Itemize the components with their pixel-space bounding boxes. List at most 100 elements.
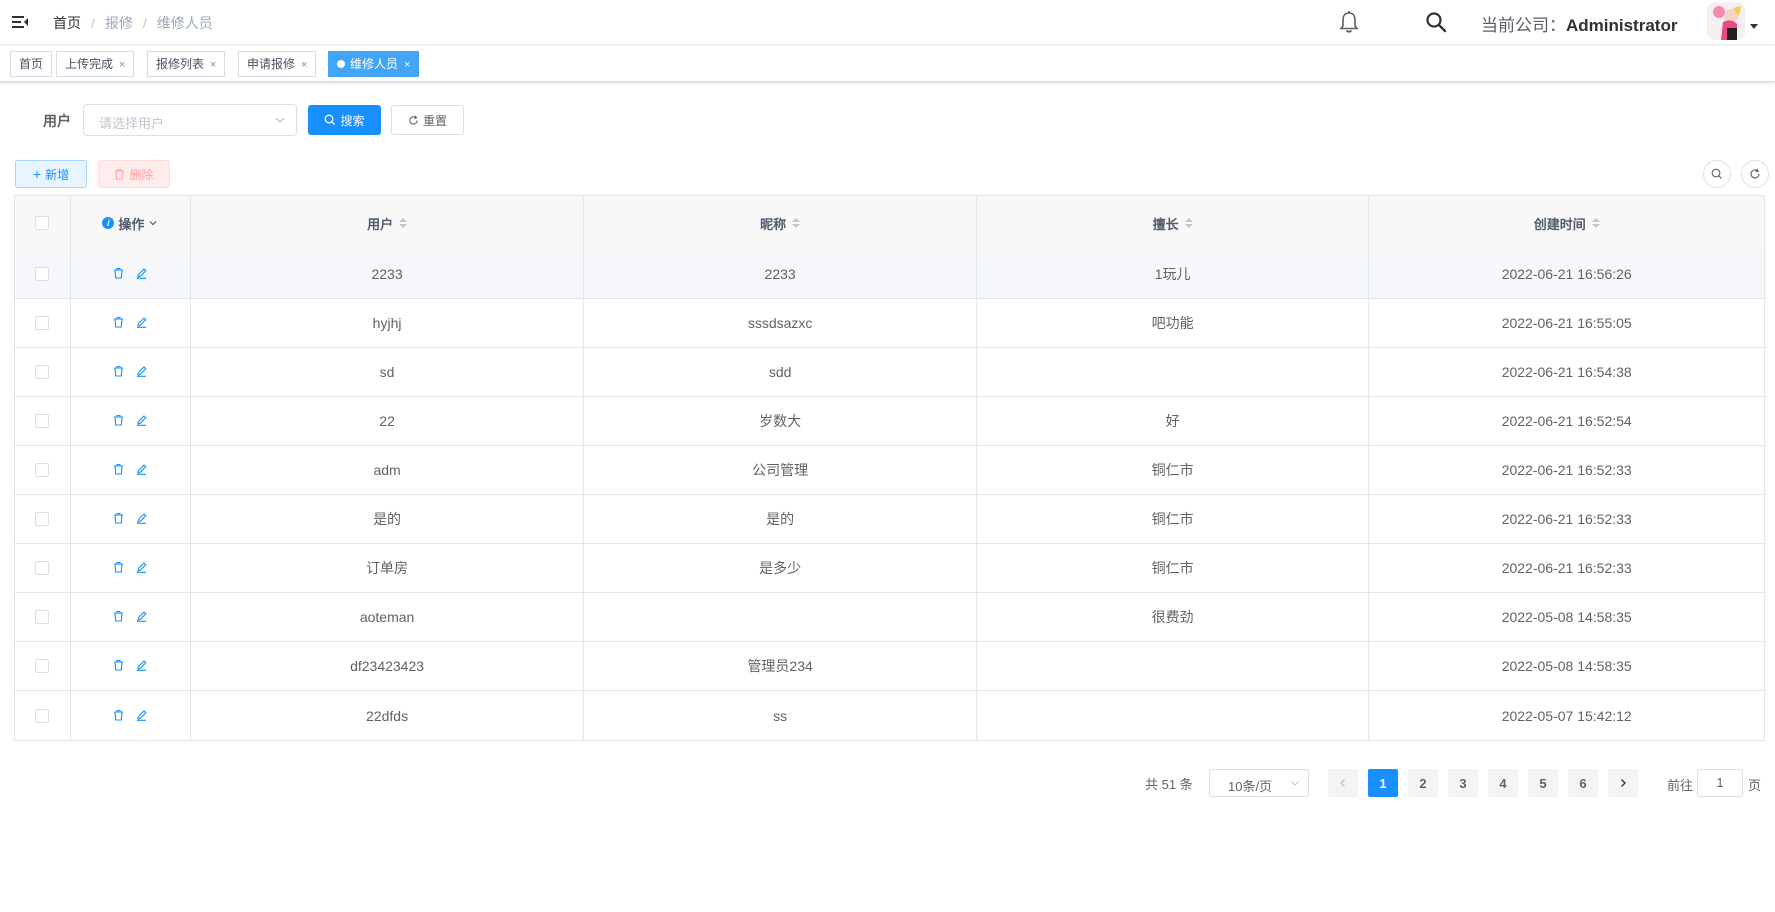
row-checkbox[interactable] xyxy=(35,316,50,330)
row-checkbox[interactable] xyxy=(35,463,50,477)
sort-icon[interactable] xyxy=(399,218,408,228)
column-header-user[interactable]: 用户 xyxy=(191,196,585,250)
trash-icon xyxy=(115,168,125,180)
page-size-select[interactable]: 10条/页 xyxy=(1209,769,1309,797)
row-checkbox[interactable] xyxy=(35,659,50,673)
table-row[interactable]: 22 岁数大好 2022-06-21 16:52:54 xyxy=(15,397,1764,446)
delete-row-icon[interactable] xyxy=(113,609,124,625)
refresh-icon xyxy=(409,114,418,125)
select-all-checkbox[interactable] xyxy=(35,216,50,230)
caret-down-icon[interactable] xyxy=(1750,24,1758,29)
delete-row-icon[interactable] xyxy=(113,462,124,478)
close-icon[interactable]: × xyxy=(210,59,216,71)
cell-user: hyjhj xyxy=(191,299,585,347)
tag-apply-repair[interactable]: 申请报修 × xyxy=(238,51,317,77)
edit-row-icon[interactable] xyxy=(136,708,147,724)
row-checkbox[interactable] xyxy=(35,365,50,379)
user-select[interactable]: 请选择用户 xyxy=(83,104,297,136)
avatar[interactable] xyxy=(1707,2,1745,40)
table-row[interactable]: sd sdd 2022-06-21 16:54:38 xyxy=(15,348,1764,397)
reset-button[interactable]: 重置 xyxy=(391,105,464,135)
edit-row-icon[interactable] xyxy=(136,560,147,576)
edit-row-icon[interactable] xyxy=(136,315,147,331)
page-button-4[interactable]: 4 xyxy=(1488,769,1518,797)
table-row[interactable]: 订单房 是多少 铜仁市 2022-06-21 16:52:33 xyxy=(15,544,1764,593)
breadcrumb-home[interactable]: 首页 xyxy=(53,13,81,33)
column-header-actions[interactable]: i 操作 xyxy=(71,196,191,250)
edit-row-icon[interactable] xyxy=(136,609,147,625)
edit-row-icon[interactable] xyxy=(136,413,147,429)
table-row[interactable]: df23423423 管理员234 2022-05-08 14:58:35 xyxy=(15,642,1764,691)
cell-user: 是的 xyxy=(191,495,585,543)
delete-button[interactable]: 删除 xyxy=(98,160,170,188)
chevron-down-icon xyxy=(1291,781,1299,786)
delete-row-icon[interactable] xyxy=(113,511,124,527)
delete-row-icon[interactable] xyxy=(113,413,124,429)
column-header-skill[interactable]: 擅长 xyxy=(977,196,1370,250)
tag-maintenance-staff[interactable]: 维修人员 × xyxy=(328,51,420,77)
delete-row-icon[interactable] xyxy=(113,364,124,380)
cell-nickname: 管理员234 xyxy=(584,642,977,690)
add-button[interactable]: + 新增 xyxy=(15,160,87,188)
cell-nickname: 公司管理 xyxy=(584,446,977,494)
page-button-3[interactable]: 3 xyxy=(1448,769,1478,797)
edit-row-icon[interactable] xyxy=(136,266,147,282)
table-row[interactable]: adm 公司管理 铜仁市 2022-06-21 16:52:33 xyxy=(15,446,1764,495)
toggle-search-button[interactable] xyxy=(1703,160,1731,188)
delete-row-icon[interactable] xyxy=(113,266,124,282)
cell-created-time: 2022-05-08 14:58:35 xyxy=(1501,609,1632,625)
cell-user: aoteman xyxy=(191,593,585,641)
row-checkbox[interactable] xyxy=(35,610,50,624)
active-dot-icon xyxy=(337,60,345,68)
cell-created-time: 2022-06-21 16:56:26 xyxy=(1501,266,1632,282)
row-checkbox[interactable] xyxy=(35,414,50,428)
table-row[interactable]: 是的 是的 铜仁市 2022-06-21 16:52:33 xyxy=(15,495,1764,544)
delete-row-icon[interactable] xyxy=(113,315,124,331)
refresh-button[interactable] xyxy=(1741,160,1769,188)
cell-skill: 好 xyxy=(977,397,1370,445)
tag-home[interactable]: 首页 xyxy=(10,51,53,77)
page-button-1[interactable]: 1 xyxy=(1368,769,1398,797)
delete-row-icon[interactable] xyxy=(113,658,124,674)
user-select-placeholder: 请选择用户 xyxy=(99,116,165,131)
page-button-5[interactable]: 5 xyxy=(1528,769,1558,797)
sort-icon[interactable] xyxy=(1591,218,1600,228)
cell-created-time: 2022-05-08 14:58:35 xyxy=(1501,658,1632,674)
table-row[interactable]: 2233 2233 1玩儿 2022-06-21 16:56:26 xyxy=(15,250,1764,299)
table-row[interactable]: 22dfds ss 2022-05-07 15:42:12 xyxy=(15,691,1764,740)
page-button-6[interactable]: 6 xyxy=(1568,769,1598,797)
company-name: Administrator xyxy=(1566,16,1678,35)
refresh-icon xyxy=(1750,168,1760,179)
sort-icon[interactable] xyxy=(792,218,801,228)
hamburger-icon[interactable] xyxy=(10,12,30,32)
search-button[interactable]: 搜索 xyxy=(308,105,381,135)
page-button-2[interactable]: 2 xyxy=(1408,769,1438,797)
goto-page-input[interactable]: 1 xyxy=(1697,769,1743,797)
navbar: 首页 / 报修 / 维修人员 当前公司：Administrator xyxy=(0,0,1775,44)
edit-row-icon[interactable] xyxy=(136,511,147,527)
table-row[interactable]: aoteman 很费劲 2022-05-08 14:58:35 xyxy=(15,593,1764,642)
edit-row-icon[interactable] xyxy=(136,364,147,380)
close-icon[interactable]: × xyxy=(404,59,410,71)
tag-repair-list[interactable]: 报修列表 × xyxy=(147,51,226,77)
edit-row-icon[interactable] xyxy=(136,658,147,674)
close-icon[interactable]: × xyxy=(301,59,307,71)
chevron-left-icon xyxy=(1340,779,1345,787)
column-header-created-time[interactable]: 创建时间 xyxy=(1369,196,1764,250)
row-checkbox[interactable] xyxy=(35,708,50,723)
sort-icon[interactable] xyxy=(1184,218,1193,228)
next-page-button[interactable] xyxy=(1608,769,1638,797)
edit-row-icon[interactable] xyxy=(136,462,147,478)
prev-page-button[interactable] xyxy=(1328,769,1358,797)
row-checkbox[interactable] xyxy=(35,267,50,281)
column-header-nickname[interactable]: 昵称 xyxy=(584,196,977,250)
table-row[interactable]: hyjhj sssdsazxc 吧功能 2022-06-21 16:55:05 xyxy=(15,299,1764,348)
search-icon[interactable] xyxy=(1425,11,1447,33)
row-checkbox[interactable] xyxy=(35,561,50,575)
bell-icon[interactable] xyxy=(1338,10,1360,34)
delete-row-icon[interactable] xyxy=(113,708,124,724)
row-checkbox[interactable] xyxy=(35,512,50,526)
tag-upload-complete[interactable]: 上传完成 × xyxy=(56,51,135,77)
delete-row-icon[interactable] xyxy=(113,560,124,576)
close-icon[interactable]: × xyxy=(119,59,125,71)
